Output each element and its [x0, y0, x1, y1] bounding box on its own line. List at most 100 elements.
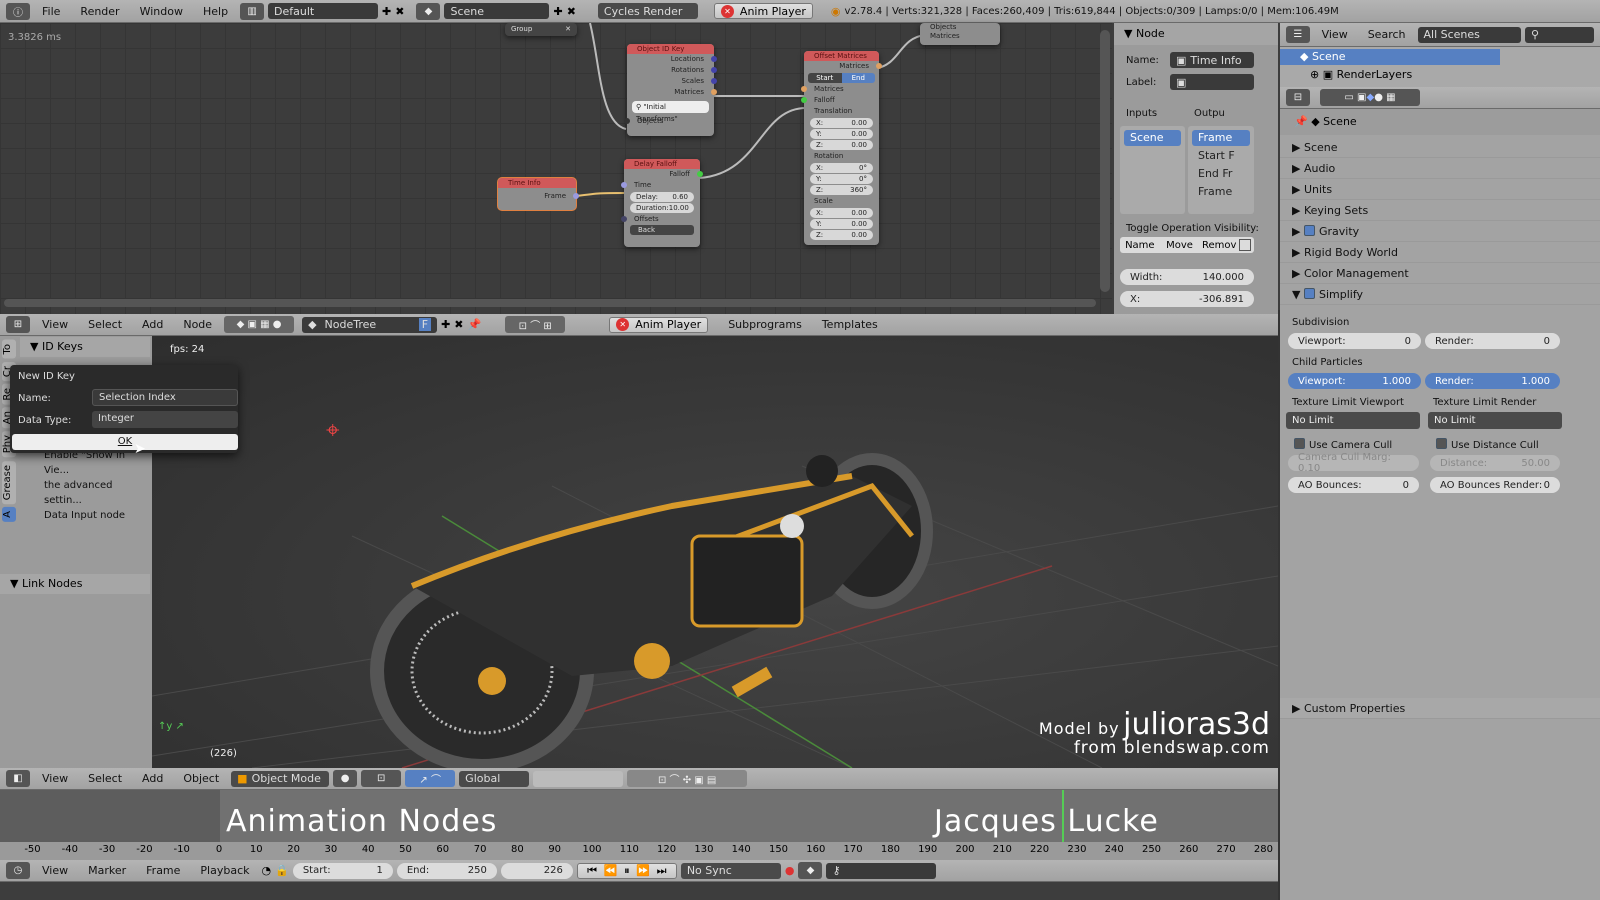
translation-z-field[interactable]: Z: 0.00 — [810, 140, 873, 150]
mode-select[interactable]: ■ Object Mode — [231, 770, 330, 787]
toggle-remove[interactable]: Remov — [1199, 240, 1239, 251]
menu-file[interactable]: File — [34, 5, 68, 18]
remove-layout-icon[interactable]: ✖ — [395, 5, 404, 18]
properties-editor-icon[interactable]: ⊟ — [1286, 89, 1310, 106]
node-name-field[interactable]: ▣ Time Info — [1170, 52, 1254, 68]
menu-node[interactable]: Node — [175, 318, 220, 331]
outliner-filter-select[interactable]: All Scenes — [1417, 26, 1521, 43]
node-top-right[interactable]: Objects Matrices — [920, 23, 1000, 45]
scene-selector[interactable]: Scene — [444, 3, 550, 19]
scene-icon[interactable]: ◆ — [416, 2, 441, 20]
input-item-scene[interactable]: Scene — [1124, 130, 1181, 146]
panel-rigid-body-world[interactable]: ▶ Rigid Body World — [1280, 242, 1600, 263]
menu-select[interactable]: Select — [80, 772, 130, 785]
mode-select[interactable]: Back — [630, 225, 694, 235]
anim-player-button[interactable]: ✕ Anim Player — [713, 3, 813, 19]
3d-cursor-icon[interactable]: ⌖ — [326, 416, 340, 444]
scale-z-field[interactable]: Z: 0.00 — [810, 230, 873, 240]
manipulator-icons[interactable]: ↗ ⌒ — [405, 770, 456, 787]
panel-checkbox[interactable] — [1303, 288, 1315, 299]
layer-buttons[interactable] — [533, 770, 624, 787]
rotation-x-field[interactable]: X: 0° — [810, 163, 873, 173]
subdiv-render-field[interactable]: Render: 0 — [1425, 333, 1560, 349]
timeline-editor-icon[interactable]: ◷ — [6, 862, 30, 879]
anim-player-node-button[interactable]: ✕ Anim Player — [609, 316, 709, 333]
id-key-name-input[interactable]: Selection Index — [92, 389, 238, 406]
templates-menu[interactable]: Templates — [814, 318, 886, 331]
toggle-move[interactable]: Move — [1160, 240, 1200, 251]
id-keys-panel-header[interactable]: ▼ ID Keys — [20, 337, 150, 357]
panel-simplify[interactable]: ▼ Simplify — [1280, 284, 1600, 305]
keying-set-field[interactable]: ⚷ — [826, 862, 937, 879]
playback-controls[interactable]: ⏮ ⏪ ⏸ ⏩ ⏭ — [576, 862, 677, 879]
pivot-icon[interactable]: ⊡ — [361, 770, 402, 787]
node-editor-canvas[interactable]: 3.3826 ms Group ✕ Objects Matrices Object… — [0, 23, 1112, 314]
toggle-name[interactable]: Name — [1120, 240, 1160, 251]
subprograms-menu[interactable]: Subprograms — [720, 318, 810, 331]
id-key-search-field[interactable]: ⚲ "Initial Transforms" — [632, 101, 709, 123]
editor-type-icon[interactable]: ⊞ — [6, 316, 30, 333]
record-icon[interactable]: ● — [785, 864, 795, 877]
rotation-y-field[interactable]: Y: 0° — [810, 174, 873, 184]
render-engine-select[interactable]: Cycles Render — [597, 3, 698, 19]
subdiv-viewport-field[interactable]: Viewport: 0 — [1288, 333, 1421, 349]
output-item[interactable]: Frame — [1192, 130, 1250, 146]
panel-gravity[interactable]: ▶ Gravity — [1280, 221, 1600, 242]
snap-render-icons[interactable]: ⊡ ⌒ ✣ ▣ ▤ — [627, 770, 748, 787]
outliner-view-menu[interactable]: View — [1314, 28, 1356, 41]
context-tabs[interactable]: ▭ ▣ ◆ ● ▦ — [1320, 89, 1420, 106]
scale-x-field[interactable]: X: 0.00 — [810, 208, 873, 218]
fake-user-button[interactable]: F — [418, 318, 432, 331]
cp-viewport-field[interactable]: Viewport: 1.000 — [1288, 373, 1421, 389]
ao-bounces-field[interactable]: AO Bounces: 0 — [1288, 477, 1419, 493]
menu-help[interactable]: Help — [195, 5, 236, 18]
sync-select[interactable]: No Sync — [680, 862, 781, 879]
3d-viewport[interactable]: fps: 24 ⌖ (226) ↑y ↗ Model by julioras3d… — [152, 336, 1278, 768]
menu-select[interactable]: Select — [80, 318, 130, 331]
tree-type-icons[interactable]: ◆ ▣ ▦ ● — [224, 316, 295, 333]
menu-marker[interactable]: Marker — [80, 864, 134, 877]
layout-selector[interactable]: Default — [268, 3, 379, 19]
end-frame-field[interactable]: End: 250 — [396, 862, 497, 879]
node-object-id-key[interactable]: Object ID Key Locations Rotations Scales Ma… — [624, 44, 717, 136]
distance-cull-checkbox[interactable]: Use Distance Cull — [1436, 438, 1539, 451]
panel-checkbox[interactable] — [1303, 225, 1315, 236]
translation-x-field[interactable]: X: 0.00 — [810, 118, 873, 128]
info-editor-icon[interactable]: ⓘ — [6, 2, 30, 20]
menu-view[interactable]: View — [34, 864, 76, 877]
menu-add[interactable]: Add — [134, 318, 171, 331]
preview-range-icon[interactable]: ◔ — [262, 864, 272, 877]
toggle-checkbox[interactable] — [1239, 239, 1252, 251]
shelf-tab[interactable]: To — [2, 340, 16, 359]
3d-editor-icon[interactable]: ◧ — [6, 770, 30, 787]
remove-tree-icon[interactable]: ✖ — [454, 318, 463, 331]
add-scene-icon[interactable]: ✚ — [553, 5, 562, 18]
node-group[interactable]: Group ✕ — [505, 23, 577, 36]
start-option[interactable]: Start — [808, 73, 842, 83]
menu-view[interactable]: View — [34, 318, 76, 331]
outliner-item-renderlayers[interactable]: ⊕ ▣ RenderLayers — [1310, 67, 1412, 83]
menu-render[interactable]: Render — [72, 5, 127, 18]
ok-button[interactable]: OK — [12, 434, 238, 450]
menu-playback[interactable]: Playback — [192, 864, 257, 877]
start-end-toggle[interactable]: Start End — [808, 73, 875, 83]
shelf-tab[interactable]: A — [2, 507, 16, 522]
remove-scene-icon[interactable]: ✖ — [567, 5, 576, 18]
tex-limit-viewport-select[interactable]: No Limit — [1286, 412, 1420, 429]
lock-icon[interactable]: 🔒 — [275, 864, 289, 877]
outliner-editor-icon[interactable]: ☰ — [1286, 26, 1310, 43]
start-frame-field[interactable]: Start: 1 — [292, 862, 393, 879]
node-time-info[interactable]: Time Info Frame — [498, 178, 579, 210]
timeline-ruler[interactable]: -50 -40 -30 -20 -10 0 10 20 30 40 50 60 70 80 90 100 110… — [0, 842, 1278, 860]
node-delay-falloff[interactable]: Delay Falloff Falloff Time Delay: 0.60 Du… — [621, 159, 703, 247]
node-editor-h-scrollbar[interactable] — [4, 299, 1096, 307]
outliner-item-scene[interactable]: ◆ Scene — [1280, 49, 1500, 65]
delay-field[interactable]: Delay: 0.60 — [630, 192, 694, 202]
menu-add[interactable]: Add — [134, 772, 171, 785]
layout-icon[interactable]: ▥ — [240, 2, 265, 20]
output-item[interactable]: Start F — [1192, 148, 1250, 164]
menu-object[interactable]: Object — [175, 772, 227, 785]
output-item[interactable]: End Fr — [1192, 166, 1250, 182]
panel-audio[interactable]: ▶ Audio — [1280, 158, 1600, 179]
pin-icon[interactable]: 📌 — [468, 318, 482, 331]
